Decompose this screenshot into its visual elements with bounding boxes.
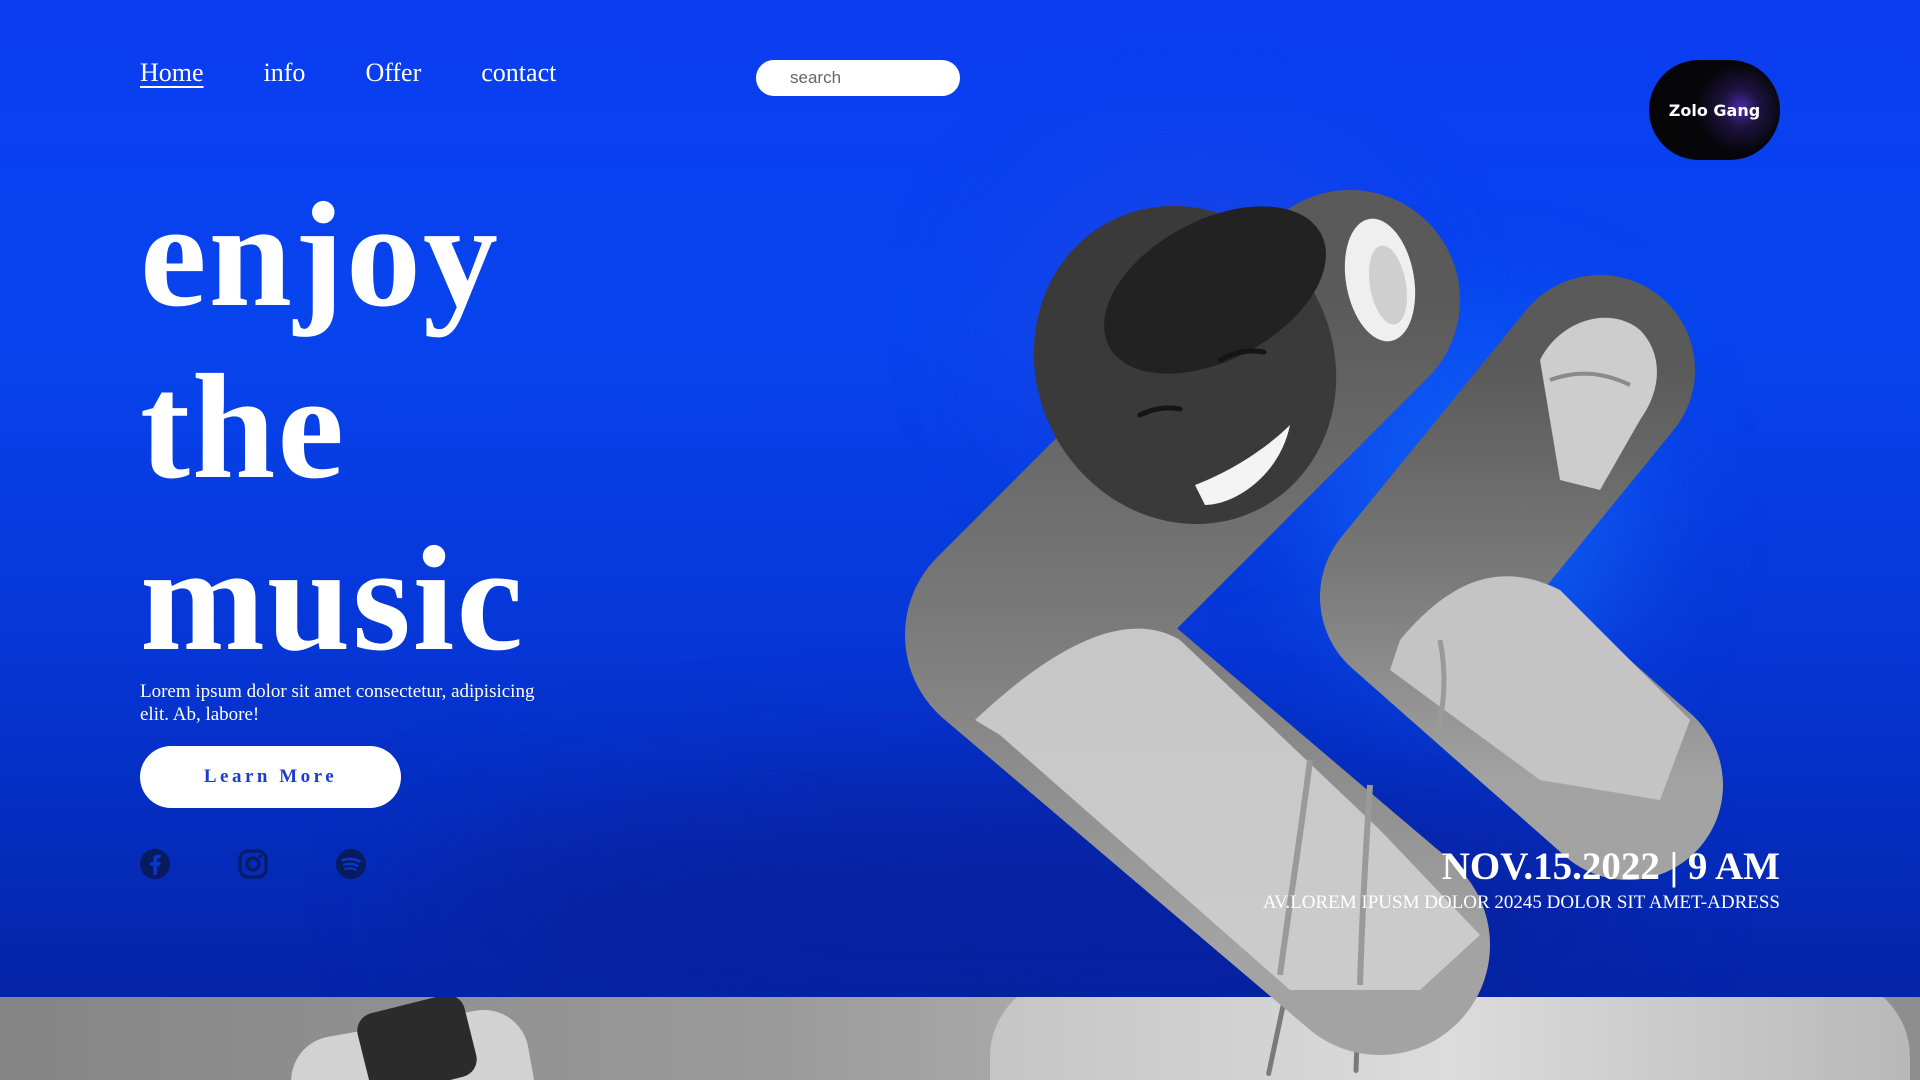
instagram-icon[interactable] bbox=[237, 848, 269, 880]
social-links bbox=[139, 848, 367, 880]
nav-item-offer[interactable]: Offer bbox=[365, 58, 421, 88]
learn-more-button[interactable]: Learn More bbox=[140, 746, 401, 808]
zolo-gang-logo[interactable]: Zolo Gang bbox=[1649, 60, 1780, 160]
landing-page: Home info Offer contact Zolo Gang enjoy … bbox=[0, 0, 1920, 1080]
event-address: AV.LOREM IPUSM DOLOR 20245 DOLOR SIT AME… bbox=[1262, 892, 1780, 913]
hero-title-line-1: enjoy bbox=[140, 172, 500, 338]
search-input[interactable] bbox=[756, 60, 960, 96]
event-info: NOV.15.2022 | 9 AM AV.LOREM IPUSM DOLOR … bbox=[1220, 845, 1780, 914]
facebook-icon[interactable] bbox=[139, 848, 171, 880]
nav-item-contact[interactable]: contact bbox=[481, 58, 556, 88]
nav-item-home[interactable]: Home bbox=[140, 58, 204, 88]
main-nav: Home info Offer contact bbox=[140, 58, 556, 88]
nav-item-info[interactable]: info bbox=[264, 58, 306, 88]
event-date: NOV.15.2022 | 9 AM bbox=[1441, 845, 1780, 888]
spotify-icon[interactable] bbox=[335, 848, 367, 880]
hero-title-line-2: the bbox=[140, 344, 346, 510]
hero-title-line-3: music bbox=[140, 516, 525, 682]
logo-label: Zolo Gang bbox=[1668, 100, 1761, 120]
right-chevron-photo bbox=[1320, 275, 1723, 880]
hero-description: Lorem ipsum dolor sit amet consectetur, … bbox=[140, 681, 535, 725]
